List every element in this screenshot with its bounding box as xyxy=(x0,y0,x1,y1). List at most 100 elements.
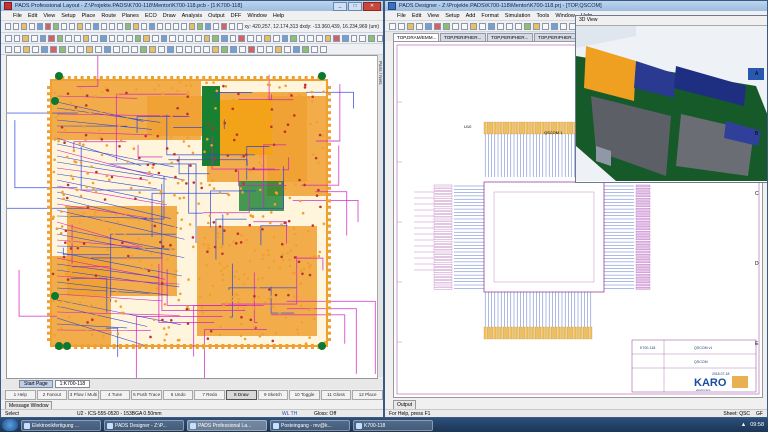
menu-analysis[interactable]: Analysis xyxy=(182,13,202,19)
toolbar-button[interactable] xyxy=(204,23,211,30)
toolbar-button[interactable] xyxy=(324,34,332,42)
toolbar-button[interactable] xyxy=(104,45,111,53)
toolbar-button[interactable] xyxy=(452,22,459,30)
toolbar-button[interactable] xyxy=(425,22,432,30)
tray-network-icon[interactable]: ▲ xyxy=(741,422,746,428)
start-button[interactable] xyxy=(2,419,18,431)
toolbar-button[interactable] xyxy=(488,22,495,30)
toolbar-button[interactable] xyxy=(350,34,358,42)
toolbar-button[interactable] xyxy=(77,45,84,53)
toolbar-button[interactable] xyxy=(524,22,531,30)
menu-window[interactable]: Window xyxy=(247,13,267,19)
toolbar-button[interactable] xyxy=(22,34,29,42)
fkey-3[interactable]: 3 Plow / Multi xyxy=(68,390,99,400)
toolbar-button[interactable] xyxy=(91,34,99,42)
toolbar-button[interactable] xyxy=(560,22,567,30)
layout-titlebar[interactable]: PADS Professional Layout - Z:\Projekte.P… xyxy=(1,1,383,11)
maximize-button[interactable]: □ xyxy=(348,1,362,11)
toolbar-button[interactable] xyxy=(506,22,513,30)
toolbar-button[interactable] xyxy=(156,23,163,30)
menu-file[interactable]: File xyxy=(13,13,22,19)
toolbar-button[interactable] xyxy=(230,45,237,53)
toolbar-button[interactable] xyxy=(149,45,156,53)
toolbar-button[interactable] xyxy=(220,23,227,30)
task-mail[interactable]: Posteingang - mv@k... xyxy=(270,419,350,431)
toolbar-button[interactable] xyxy=(185,45,192,53)
toolbar-button[interactable] xyxy=(20,23,27,30)
toolbar-button[interactable] xyxy=(188,23,195,30)
toolbar-button[interactable] xyxy=(212,23,219,30)
toolbar-button[interactable] xyxy=(36,23,43,30)
toolbar-button[interactable] xyxy=(74,34,81,42)
toolbar-button[interactable] xyxy=(60,23,67,30)
toolbar-button[interactable] xyxy=(238,34,245,42)
toolbar-button[interactable] xyxy=(68,45,75,53)
toolbar-button[interactable] xyxy=(461,22,468,30)
toolbar-button[interactable] xyxy=(311,45,318,53)
toolbar-button[interactable] xyxy=(443,22,450,30)
menu-file[interactable]: File xyxy=(397,13,406,19)
toolbar-button[interactable] xyxy=(41,45,48,53)
toolbar-button[interactable] xyxy=(124,23,131,30)
tab-schematic-2[interactable]: TOP,PERIPHER... xyxy=(440,33,486,41)
toolbar-button[interactable] xyxy=(108,34,116,42)
toolbar-button[interactable] xyxy=(359,34,366,42)
toolbar-button[interactable] xyxy=(194,45,201,53)
toolbar-button[interactable] xyxy=(30,34,38,42)
toolbar-button[interactable] xyxy=(266,45,273,53)
toolbar-button[interactable] xyxy=(333,34,340,42)
pcb-canvas[interactable] xyxy=(1,34,378,398)
close-button[interactable]: ✕ xyxy=(363,1,381,11)
toolbar-button[interactable] xyxy=(151,34,159,42)
menu-planes[interactable]: Planes xyxy=(122,13,139,19)
toolbar-button[interactable] xyxy=(5,23,11,30)
toolbar-button[interactable] xyxy=(515,22,522,30)
toolbar-button[interactable] xyxy=(177,34,185,42)
toolbar-button[interactable] xyxy=(376,34,383,42)
toolbar-button[interactable] xyxy=(59,45,66,53)
toolbar-button[interactable] xyxy=(92,23,99,30)
toolbar-button[interactable] xyxy=(82,34,90,42)
menu-route[interactable]: Route xyxy=(101,13,116,19)
toolbar-button[interactable] xyxy=(316,34,323,42)
toolbar-button[interactable] xyxy=(255,34,263,42)
toolbar-button[interactable] xyxy=(48,34,55,42)
toolbar-button[interactable] xyxy=(84,23,91,30)
toolbar-button[interactable] xyxy=(533,22,540,30)
menu-setup[interactable]: Setup xyxy=(445,13,459,19)
toolbar-button[interactable] xyxy=(132,23,139,30)
toolbar-button[interactable] xyxy=(236,23,243,30)
fkey-4[interactable]: 4 Tune xyxy=(99,390,131,400)
toolbar-button[interactable] xyxy=(248,45,255,53)
menu-add[interactable]: Add xyxy=(466,13,476,19)
menu-setup[interactable]: Setup xyxy=(61,13,75,19)
menu-format[interactable]: Format xyxy=(481,13,498,19)
toolbar-button[interactable] xyxy=(164,23,171,30)
toolbar-button[interactable] xyxy=(140,45,147,53)
toolbar-button[interactable] xyxy=(229,34,237,42)
toolbar-button[interactable] xyxy=(148,23,155,30)
toolbar-button[interactable] xyxy=(284,45,291,53)
toolbar-button[interactable] xyxy=(551,22,558,30)
toolbar-button[interactable] xyxy=(272,34,280,42)
side-panel[interactable]: Parts / Nets xyxy=(377,55,383,377)
menu-view[interactable]: View xyxy=(427,13,439,19)
view3d-panel[interactable]: 3D View xyxy=(575,15,767,183)
toolbar-button[interactable] xyxy=(56,34,64,42)
main-ic-symbol[interactable] xyxy=(483,181,605,293)
tab-schematic-3[interactable]: TOP,PERIPHER... xyxy=(487,33,533,41)
toolbar-button[interactable] xyxy=(196,23,203,30)
toolbar-button[interactable] xyxy=(143,34,150,42)
toolbar-button[interactable] xyxy=(158,45,165,53)
toolbar-button[interactable] xyxy=(416,22,423,30)
toolbar-button[interactable] xyxy=(50,45,57,53)
toolbar-button[interactable] xyxy=(131,45,138,53)
toolbar-button[interactable] xyxy=(341,34,349,42)
toolbar-button[interactable] xyxy=(140,23,147,30)
toolbar-button[interactable] xyxy=(186,34,194,42)
clock[interactable]: 09:58 xyxy=(750,422,764,428)
toolbar-button[interactable] xyxy=(134,34,142,42)
toolbar-button[interactable] xyxy=(298,34,306,42)
toolbar-button[interactable] xyxy=(203,34,211,42)
toolbar-button[interactable] xyxy=(116,23,123,30)
